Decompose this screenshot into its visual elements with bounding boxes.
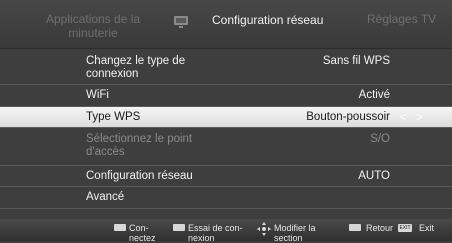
- tv-settings-icon: [174, 16, 188, 28]
- menu-row-label: Sélectionnez le point d'accès: [86, 133, 193, 158]
- menu-row-value: Activé: [358, 89, 390, 101]
- connection-test-hint[interactable]: Essai de con-nexion: [188, 223, 244, 243]
- menu-row-advanced[interactable]: Avancé: [0, 187, 452, 209]
- back-key-icon: [349, 224, 361, 231]
- menu-row-value: Bouton-poussoir: [306, 111, 390, 123]
- menu-row-network-configuration[interactable]: Configuration réseau AUTO: [0, 166, 452, 187]
- menu-row-wifi[interactable]: WiFi Activé: [0, 85, 452, 107]
- menu-row-connection-type[interactable]: Changez le type de connexion Sans fil WP…: [0, 48, 452, 85]
- exit-key-icon: EXIT: [398, 224, 412, 232]
- left-right-arrows-icon[interactable]: < >: [400, 110, 426, 124]
- top-navigation-bar: Applications de la minuterie Configurati…: [0, 0, 452, 49]
- menu-row-access-point: Sélectionnez le point d'accès S/O: [0, 128, 452, 166]
- menu-row-value: AUTO: [358, 170, 390, 182]
- menu-row-value: Sans fil WPS: [322, 55, 390, 67]
- tab-tv-settings[interactable]: Réglages TV: [367, 12, 439, 26]
- menu-row-label: Type WPS: [86, 111, 141, 123]
- tab-network-configuration[interactable]: Configuration réseau: [212, 13, 323, 27]
- tab-timer-applications[interactable]: Applications de la minuterie: [37, 12, 149, 40]
- menu-row-label: Avancé: [86, 191, 125, 203]
- footer-hint-bar: Con-nectez Essai de con-nexion Modifier …: [0, 219, 452, 243]
- connect-hint[interactable]: Con-nectez: [129, 223, 161, 243]
- menu-row-label: Configuration réseau: [86, 170, 193, 182]
- back-hint[interactable]: Retour: [366, 223, 393, 233]
- red-key-icon: [114, 224, 126, 231]
- edit-section-hint[interactable]: Modifier la section: [274, 223, 324, 243]
- menu-row-label: WiFi: [86, 89, 109, 101]
- menu-row-label: Changez le type de connexion: [86, 55, 186, 80]
- navigation-arrows-icon: [257, 222, 271, 236]
- menu-row-wps-type[interactable]: Type WPS Bouton-poussoir: [0, 107, 452, 128]
- green-key-icon: [173, 224, 185, 231]
- exit-hint[interactable]: Exit: [419, 223, 434, 233]
- menu-row-value: S/O: [370, 133, 390, 145]
